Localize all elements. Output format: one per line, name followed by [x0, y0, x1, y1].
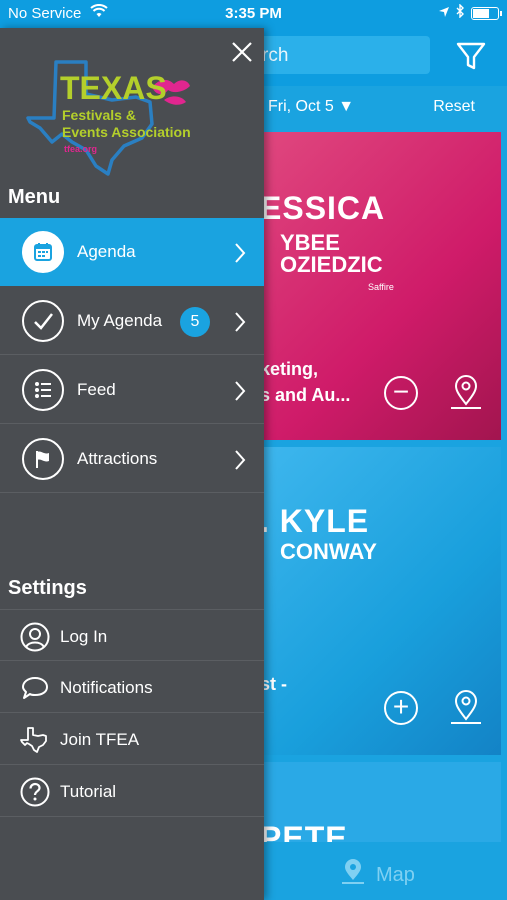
menu-item-agenda[interactable]: Agenda — [0, 218, 264, 286]
settings-item-log-in[interactable]: Log In — [0, 609, 264, 661]
bluetooth-icon — [456, 3, 465, 22]
card-title-line: OZIEDZIC — [280, 252, 383, 277]
user-icon — [20, 622, 50, 652]
question-icon — [20, 777, 50, 807]
chevron-right-icon — [234, 242, 246, 269]
status-bar: No Service 3:35 PM — [0, 0, 507, 28]
event-card[interactable]: ESSICA YBEE OZIEDZIC Saffire keting, s a… — [250, 132, 501, 440]
card-caption: keting, — [260, 359, 319, 379]
remove-from-agenda-button[interactable]: − — [384, 376, 418, 410]
menu-item-feed[interactable]: Feed — [0, 356, 264, 424]
chat-bubble-icon — [20, 673, 50, 703]
logo-line: Festivals & — [62, 107, 136, 123]
settings-item-tutorial[interactable]: Tutorial — [0, 765, 264, 817]
filter-icon[interactable] — [455, 40, 487, 77]
logo-title: TEXAS — [60, 70, 167, 106]
map-tab[interactable]: Map — [340, 858, 415, 892]
clock: 3:35 PM — [225, 5, 282, 22]
settings-item-label: Notifications — [60, 678, 153, 697]
flag-icon — [22, 438, 64, 480]
logo-url: tfea.org — [64, 144, 97, 154]
add-to-agenda-button[interactable]: + — [384, 691, 418, 725]
event-card[interactable]: . KYLE CONWAY st - + — [250, 447, 501, 755]
map-pin-icon — [340, 858, 366, 892]
checkmark-icon — [22, 300, 64, 342]
settings-item-label: Log In — [60, 627, 108, 646]
card-title-line: PETE — [260, 820, 348, 842]
settings-heading: Settings — [8, 577, 87, 599]
settings-item-label: Tutorial — [60, 782, 117, 801]
menu-item-label: Feed — [77, 380, 116, 399]
menu-heading: Menu — [8, 186, 61, 208]
location-arrow-icon — [438, 5, 450, 22]
caret-down-icon: ▼ — [338, 98, 355, 115]
card-tag: Saffire — [368, 282, 394, 292]
card-caption: st - — [260, 674, 287, 694]
menu-item-label: Agenda — [77, 242, 136, 261]
close-icon[interactable] — [230, 40, 254, 64]
map-tab-label: Map — [376, 863, 415, 886]
chevron-right-icon — [234, 380, 246, 407]
date-selector[interactable]: Fri, Oct 5 ▼ — [268, 98, 354, 116]
side-drawer: TEXAS Festivals & Events Association tfe… — [0, 28, 264, 900]
settings-item-notifications[interactable]: Notifications — [0, 661, 264, 713]
date-label: Fri, Oct 5 — [268, 98, 334, 115]
location-pin-icon[interactable] — [448, 689, 484, 732]
card-title-line: CONWAY — [280, 539, 377, 564]
logo-line: Events Association — [62, 124, 191, 140]
menu-item-label: Attractions — [77, 449, 158, 468]
settings-item-label: Join TFEA — [60, 730, 140, 749]
menu-item-label: My Agenda — [77, 311, 163, 330]
location-pin-icon[interactable] — [448, 374, 484, 417]
texas-outline-icon — [20, 725, 50, 755]
battery-icon — [471, 6, 502, 20]
search-input[interactable]: rch — [250, 36, 430, 74]
menu-item-attractions[interactable]: Attractions — [0, 425, 264, 493]
chevron-right-icon — [234, 311, 246, 338]
card-title-line: . KYLE — [260, 503, 370, 539]
calendar-icon — [22, 231, 64, 273]
menu-item-my-agenda[interactable]: My Agenda 5 — [0, 287, 264, 355]
card-title-line: ESSICA — [260, 190, 386, 226]
card-caption: s and Au... — [260, 385, 351, 405]
chevron-right-icon — [234, 449, 246, 476]
settings-item-join-tfea[interactable]: Join TFEA — [0, 713, 264, 765]
reset-button[interactable]: Reset — [433, 98, 475, 116]
count-badge: 5 — [180, 307, 210, 337]
tfea-logo: TEXAS Festivals & Events Association tfe… — [24, 42, 204, 177]
list-icon — [22, 369, 64, 411]
event-card[interactable]: PETE — [250, 762, 501, 842]
